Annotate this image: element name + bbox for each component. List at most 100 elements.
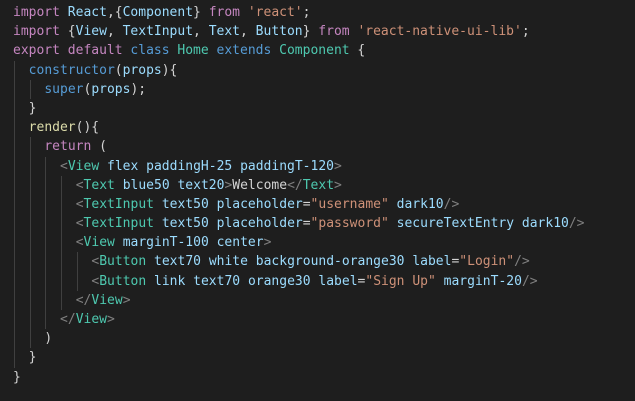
- code-line[interactable]: }: [13, 368, 635, 387]
- code-token: View: [91, 292, 123, 308]
- code-token: >: [107, 312, 115, 327]
- code-token: render: [28, 120, 76, 136]
- indent-guide: [14, 118, 15, 138]
- indent-guide: [14, 348, 15, 368]
- code-token: </: [60, 312, 76, 327]
- code-token: TextInput: [83, 216, 154, 232]
- code-line[interactable]: <View flex paddingH-25 paddingT-120>: [13, 156, 635, 176]
- code-token: label: [412, 254, 452, 270]
- code-editor[interactable]: import React,{Component} from 'react'; im…: [0, 0, 635, 401]
- code-token: }: [28, 100, 37, 116]
- code-token: ,: [106, 24, 123, 40]
- indent-guide: [14, 98, 15, 119]
- indent-guide: [45, 290, 47, 310]
- indent-guide: [76, 252, 78, 272]
- indent-guide: [14, 79, 15, 99]
- code-token: 'react-native-ui-lib': [357, 24, 522, 40]
- code-line[interactable]: <Button link text70 orange30 label="Sign…: [13, 271, 635, 291]
- indent-guide: [45, 233, 47, 253]
- code-token: placeholder: [216, 196, 303, 212]
- code-token: blue50: [122, 177, 170, 193]
- code-token: export: [13, 43, 60, 59]
- code-line[interactable]: <Text blue50 text20>Welcome</Text>: [13, 175, 635, 195]
- indent-guide: [14, 290, 15, 310]
- code-line[interactable]: }: [13, 98, 635, 119]
- code-token: dark10: [521, 216, 569, 232]
- indent-guide: [14, 329, 15, 349]
- code-token: ;: [302, 5, 311, 20]
- code-token: from: [208, 5, 241, 20]
- indent-guide: [14, 60, 15, 80]
- code-line[interactable]: render(){: [13, 118, 635, 138]
- indent-guide: [61, 214, 63, 234]
- code-line[interactable]: ): [13, 329, 635, 349]
- indent-guide: [29, 214, 31, 234]
- indent-guide: [29, 137, 31, 157]
- code-token: >: [333, 158, 342, 174]
- indent-guide: [45, 310, 47, 330]
- code-token: Component: [279, 43, 350, 59]
- code-token: text70: [193, 273, 241, 289]
- indent-guide: [61, 290, 63, 310]
- code-token: default: [67, 43, 123, 59]
- code-token: ;: [521, 24, 530, 40]
- code-line[interactable]: <Button text70 white background-orange30…: [13, 252, 635, 272]
- code-token: super: [44, 81, 84, 97]
- indent-guide: [29, 175, 31, 195]
- code-line[interactable]: import {View, TextInput, Text, Button} f…: [13, 22, 635, 41]
- code-line[interactable]: export default class Home extends Compon…: [13, 41, 635, 60]
- code-token: />: [443, 196, 460, 212]
- code-token: text70: [154, 254, 201, 270]
- code-line[interactable]: <TextInput text50 placeholder="password"…: [13, 214, 635, 234]
- code-line[interactable]: }: [13, 348, 635, 368]
- code-token: <: [75, 235, 84, 251]
- code-token: View: [75, 24, 107, 40]
- code-token: import: [13, 5, 60, 20]
- indent-guide: [14, 137, 15, 157]
- code-token: "Login": [459, 254, 515, 270]
- code-token: }: [302, 24, 319, 40]
- code-line[interactable]: super(props);: [13, 79, 635, 99]
- code-token: ){: [161, 62, 178, 78]
- code-token: constructor: [28, 62, 115, 78]
- indent-guide: [45, 194, 47, 215]
- code-line[interactable]: </View>: [13, 290, 635, 310]
- code-token: <: [75, 196, 84, 212]
- code-line[interactable]: <View marginT-100 center>: [13, 233, 635, 253]
- indent-guide: [61, 271, 63, 291]
- code-line[interactable]: constructor(props){: [13, 60, 635, 80]
- indent-guide: [61, 252, 63, 272]
- indent-guide: [14, 175, 15, 195]
- code-token: TextInput: [83, 196, 154, 212]
- code-token: <: [75, 216, 84, 232]
- code-line[interactable]: <TextInput text50 placeholder="username"…: [13, 194, 635, 215]
- code-line[interactable]: import React,{Component} from 'react';: [13, 3, 635, 22]
- code-token: Text: [302, 177, 335, 193]
- indent-guide: [14, 194, 15, 215]
- code-line[interactable]: </View>: [13, 310, 635, 330]
- code-token: background-orange30: [255, 254, 405, 270]
- code-token: class: [130, 43, 170, 59]
- code-token: ,: [240, 24, 256, 40]
- code-token: extends: [216, 43, 272, 59]
- code-token: );: [130, 81, 147, 97]
- code-token: (: [91, 139, 107, 155]
- code-token: from: [318, 24, 350, 40]
- code-token: />: [568, 216, 585, 232]
- code-token: text50: [161, 216, 209, 232]
- code-line[interactable]: return (: [13, 137, 635, 157]
- code-token: paddingH-25: [146, 158, 233, 174]
